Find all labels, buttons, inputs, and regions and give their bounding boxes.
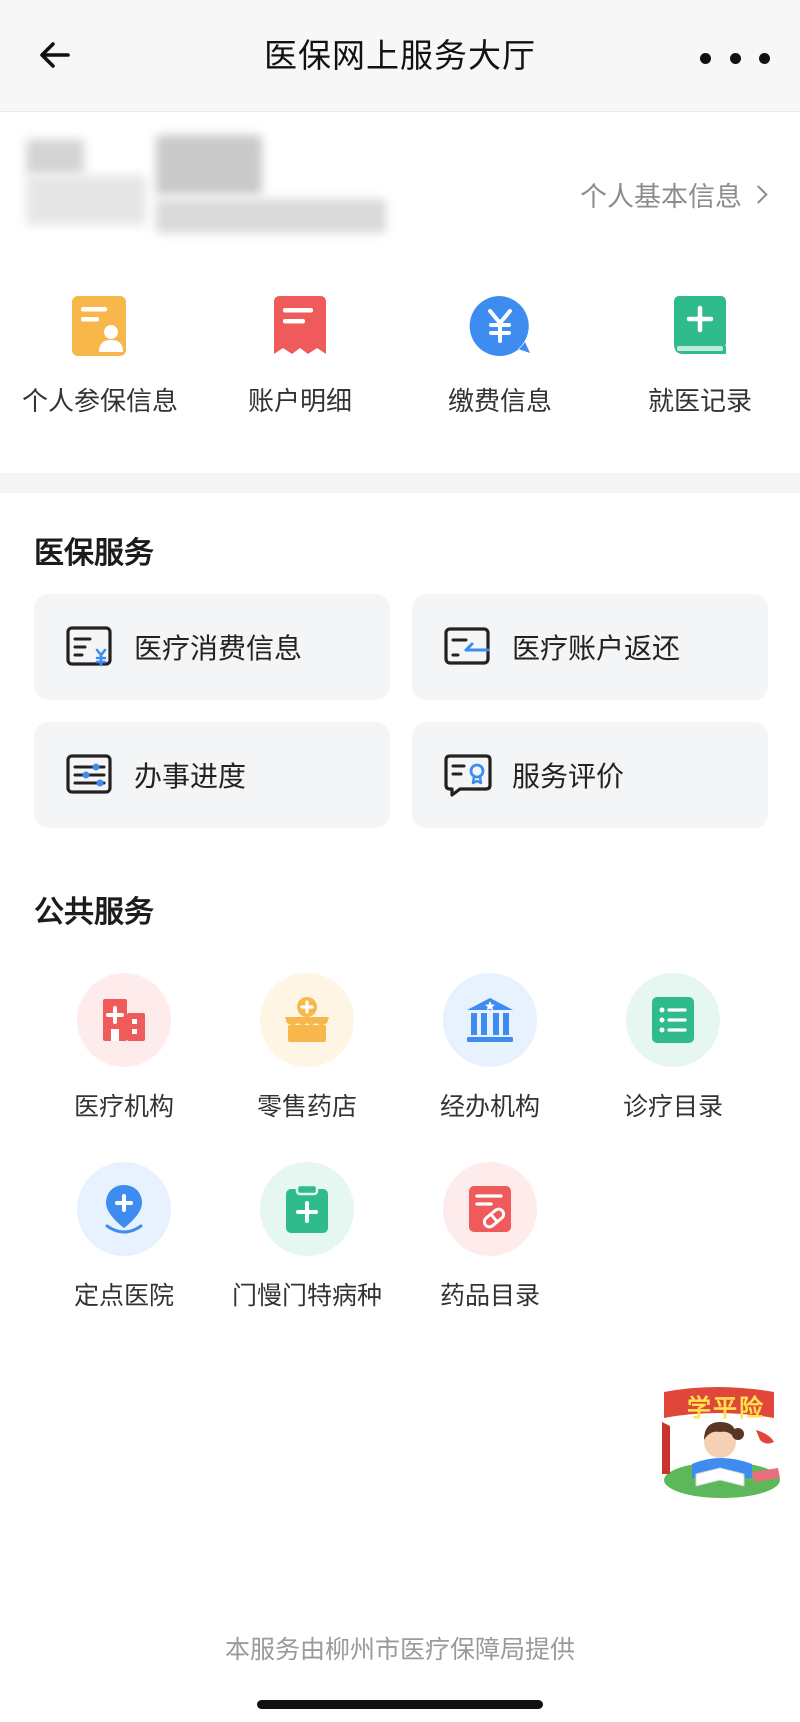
location-pin-icon [77,1162,171,1256]
page-title: 医保网上服务大厅 [264,36,536,75]
quick-action-label: 个人参保信息 [21,387,178,417]
public-service-chronic-special-diseases[interactable]: 门慢门特病种 [217,1162,397,1312]
service-card-label: 医疗消费信息 [134,632,303,665]
quick-action-account-detail[interactable]: 账户明细 [200,293,400,433]
public-service-label: 药品目录 [439,1281,540,1310]
arrow-left-icon [40,42,70,68]
more-options-button[interactable] [700,38,770,78]
yuan-payment-icon [467,293,533,359]
service-card-label: 医疗账户返还 [512,632,681,665]
medicine-catalog-icon [443,1162,537,1256]
public-service-agencies[interactable]: 经办机构 [400,973,580,1123]
student-insurance-badge-text: 学平险 [687,1394,765,1422]
hospital-building-icon [77,973,171,1067]
quick-action-label: 就医记录 [647,387,752,417]
top-navigation-bar: 医保网上服务大厅 [0,0,800,112]
chevron-right-icon [749,185,768,204]
service-card-progress[interactable]: 办事进度 [34,722,390,828]
quick-action-payment-info[interactable]: 缴费信息 [400,293,600,433]
dot-icon [700,52,711,64]
quick-actions-row: 个人参保信息 账户明细 缴费信息 就医记录 [0,293,800,433]
footer-provider-note: 本服务由柳州市医疗保障局提供 [224,1635,575,1664]
public-services-title: 公共服务 [34,895,154,930]
service-card-account-refund[interactable]: 医疗账户返还 [412,594,768,700]
service-card-label: 办事进度 [134,760,247,793]
public-service-drug-catalog[interactable]: 药品目录 [400,1162,580,1312]
service-evaluation-icon [444,751,492,799]
public-service-medical-institutions[interactable]: 医疗机构 [34,973,214,1123]
personal-basic-info-link[interactable]: 个人基本信息 [580,175,768,214]
dot-icon [759,52,770,64]
public-service-retail-pharmacy[interactable]: 零售药店 [217,973,397,1123]
progress-icon [66,751,114,799]
service-card-label: 服务评价 [512,760,625,793]
quick-action-medical-record[interactable]: 就医记录 [600,293,800,433]
public-service-label: 定点医院 [73,1281,174,1310]
insurance-card-icon [67,293,133,359]
public-service-label: 经办机构 [439,1092,540,1121]
medical-record-book-icon [667,293,733,359]
section-divider [0,473,800,493]
public-service-label: 零售药店 [256,1092,357,1121]
consumption-info-icon [66,623,114,671]
public-service-label: 医疗机构 [73,1092,174,1121]
clipboard-plus-icon [260,1162,354,1256]
account-refund-icon [444,623,492,671]
service-card-evaluation[interactable]: 服务评价 [412,722,768,828]
pharmacy-icon [260,973,354,1067]
service-card-consumption-info[interactable]: 医疗消费信息 [34,594,390,700]
public-service-diagnosis-catalog[interactable]: 诊疗目录 [583,973,763,1123]
quick-action-label: 账户明细 [247,387,352,417]
back-button[interactable] [30,30,80,80]
profile-section: 个人基本信息 个人参保信息 账户明细 缴费信息 就医记录 [0,113,800,473]
public-service-label: 门慢门特病种 [231,1281,382,1310]
government-building-icon [443,973,537,1067]
student-insurance-floating-badge[interactable]: 学平险 [656,1382,786,1502]
home-indicator[interactable] [257,1700,543,1709]
public-service-designated-hospitals[interactable]: 定点医院 [34,1162,214,1312]
medical-services-title: 医保服务 [34,536,154,571]
list-catalog-icon [626,973,720,1067]
dot-icon [729,52,741,64]
receipt-icon [267,293,333,359]
basic-info-label: 个人基本信息 [580,182,742,213]
public-service-label: 诊疗目录 [622,1092,723,1121]
quick-action-insurance-info[interactable]: 个人参保信息 [0,293,200,433]
quick-action-label: 缴费信息 [447,387,552,417]
